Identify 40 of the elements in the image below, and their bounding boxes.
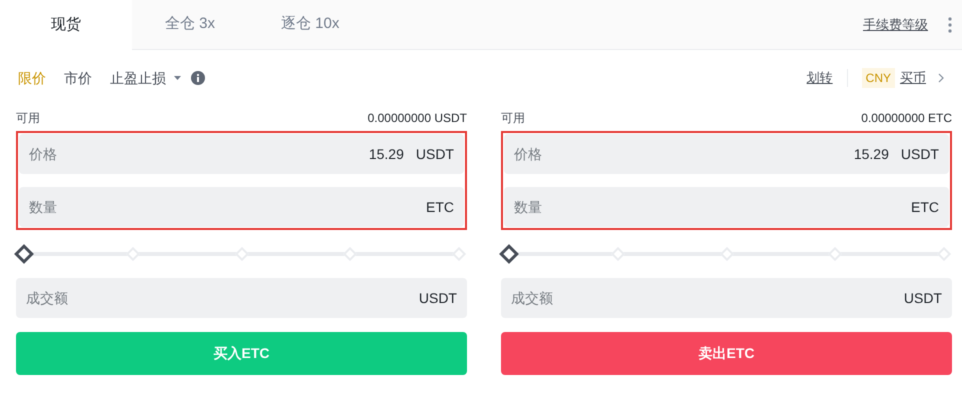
available-value: 0.00000000 USDT bbox=[368, 110, 467, 127]
transfer-link[interactable]: 划转 bbox=[806, 68, 833, 88]
total-field[interactable]: 成交额 USDT bbox=[16, 278, 467, 318]
currency-badge: CNY bbox=[862, 68, 895, 88]
unit-label: USDT bbox=[904, 288, 942, 308]
amount-field[interactable]: 数量 ETC bbox=[19, 187, 464, 227]
tab[interactable]: 逐仓 10x bbox=[248, 0, 372, 49]
available-label: 可用 bbox=[16, 110, 40, 127]
tab[interactable]: 现货 bbox=[0, 0, 132, 51]
total-field[interactable]: 成交额 USDT bbox=[501, 278, 952, 318]
field-value: 15.29 bbox=[368, 144, 405, 164]
buy-coin-link[interactable]: 买币 bbox=[900, 68, 926, 88]
unit-label: USDT bbox=[900, 144, 939, 164]
field-label: 成交额 bbox=[511, 288, 553, 308]
unit-label: ETC bbox=[426, 198, 454, 216]
amount-field[interactable]: 数量 ETC bbox=[504, 187, 949, 227]
tab[interactable]: 全仓 3x bbox=[132, 0, 248, 49]
chevron-right-icon[interactable] bbox=[938, 73, 944, 83]
unit-label: ETC bbox=[911, 198, 939, 216]
unit-label: USDT bbox=[418, 288, 457, 308]
amount-slider[interactable] bbox=[16, 244, 467, 264]
trade-button[interactable]: 卖出ETC bbox=[501, 332, 952, 375]
order-type-tab[interactable]: 止盈止损 bbox=[110, 68, 181, 88]
fee-level-link[interactable]: 手续费等级 bbox=[863, 14, 928, 34]
amount-slider[interactable] bbox=[501, 244, 952, 264]
unit-label: USDT bbox=[416, 144, 454, 164]
more-icon[interactable] bbox=[948, 16, 952, 32]
available-label: 可用 bbox=[501, 110, 525, 127]
field-label: 价格 bbox=[29, 144, 57, 164]
price-field[interactable]: 价格 15.29 USDT bbox=[504, 134, 949, 174]
field-label: 数量 bbox=[514, 198, 542, 216]
field-label: 价格 bbox=[514, 144, 542, 164]
field-value: 15.29 bbox=[852, 144, 890, 164]
caret-icon bbox=[174, 76, 181, 80]
order-type-tab[interactable]: 市价 bbox=[64, 68, 92, 88]
field-label: 数量 bbox=[29, 198, 57, 216]
price-field[interactable]: 价格 15.29 USDT bbox=[19, 134, 464, 174]
available-value: 0.00000000 ETC bbox=[861, 110, 952, 127]
field-label: 成交额 bbox=[26, 288, 68, 308]
info-icon[interactable] bbox=[191, 71, 205, 85]
